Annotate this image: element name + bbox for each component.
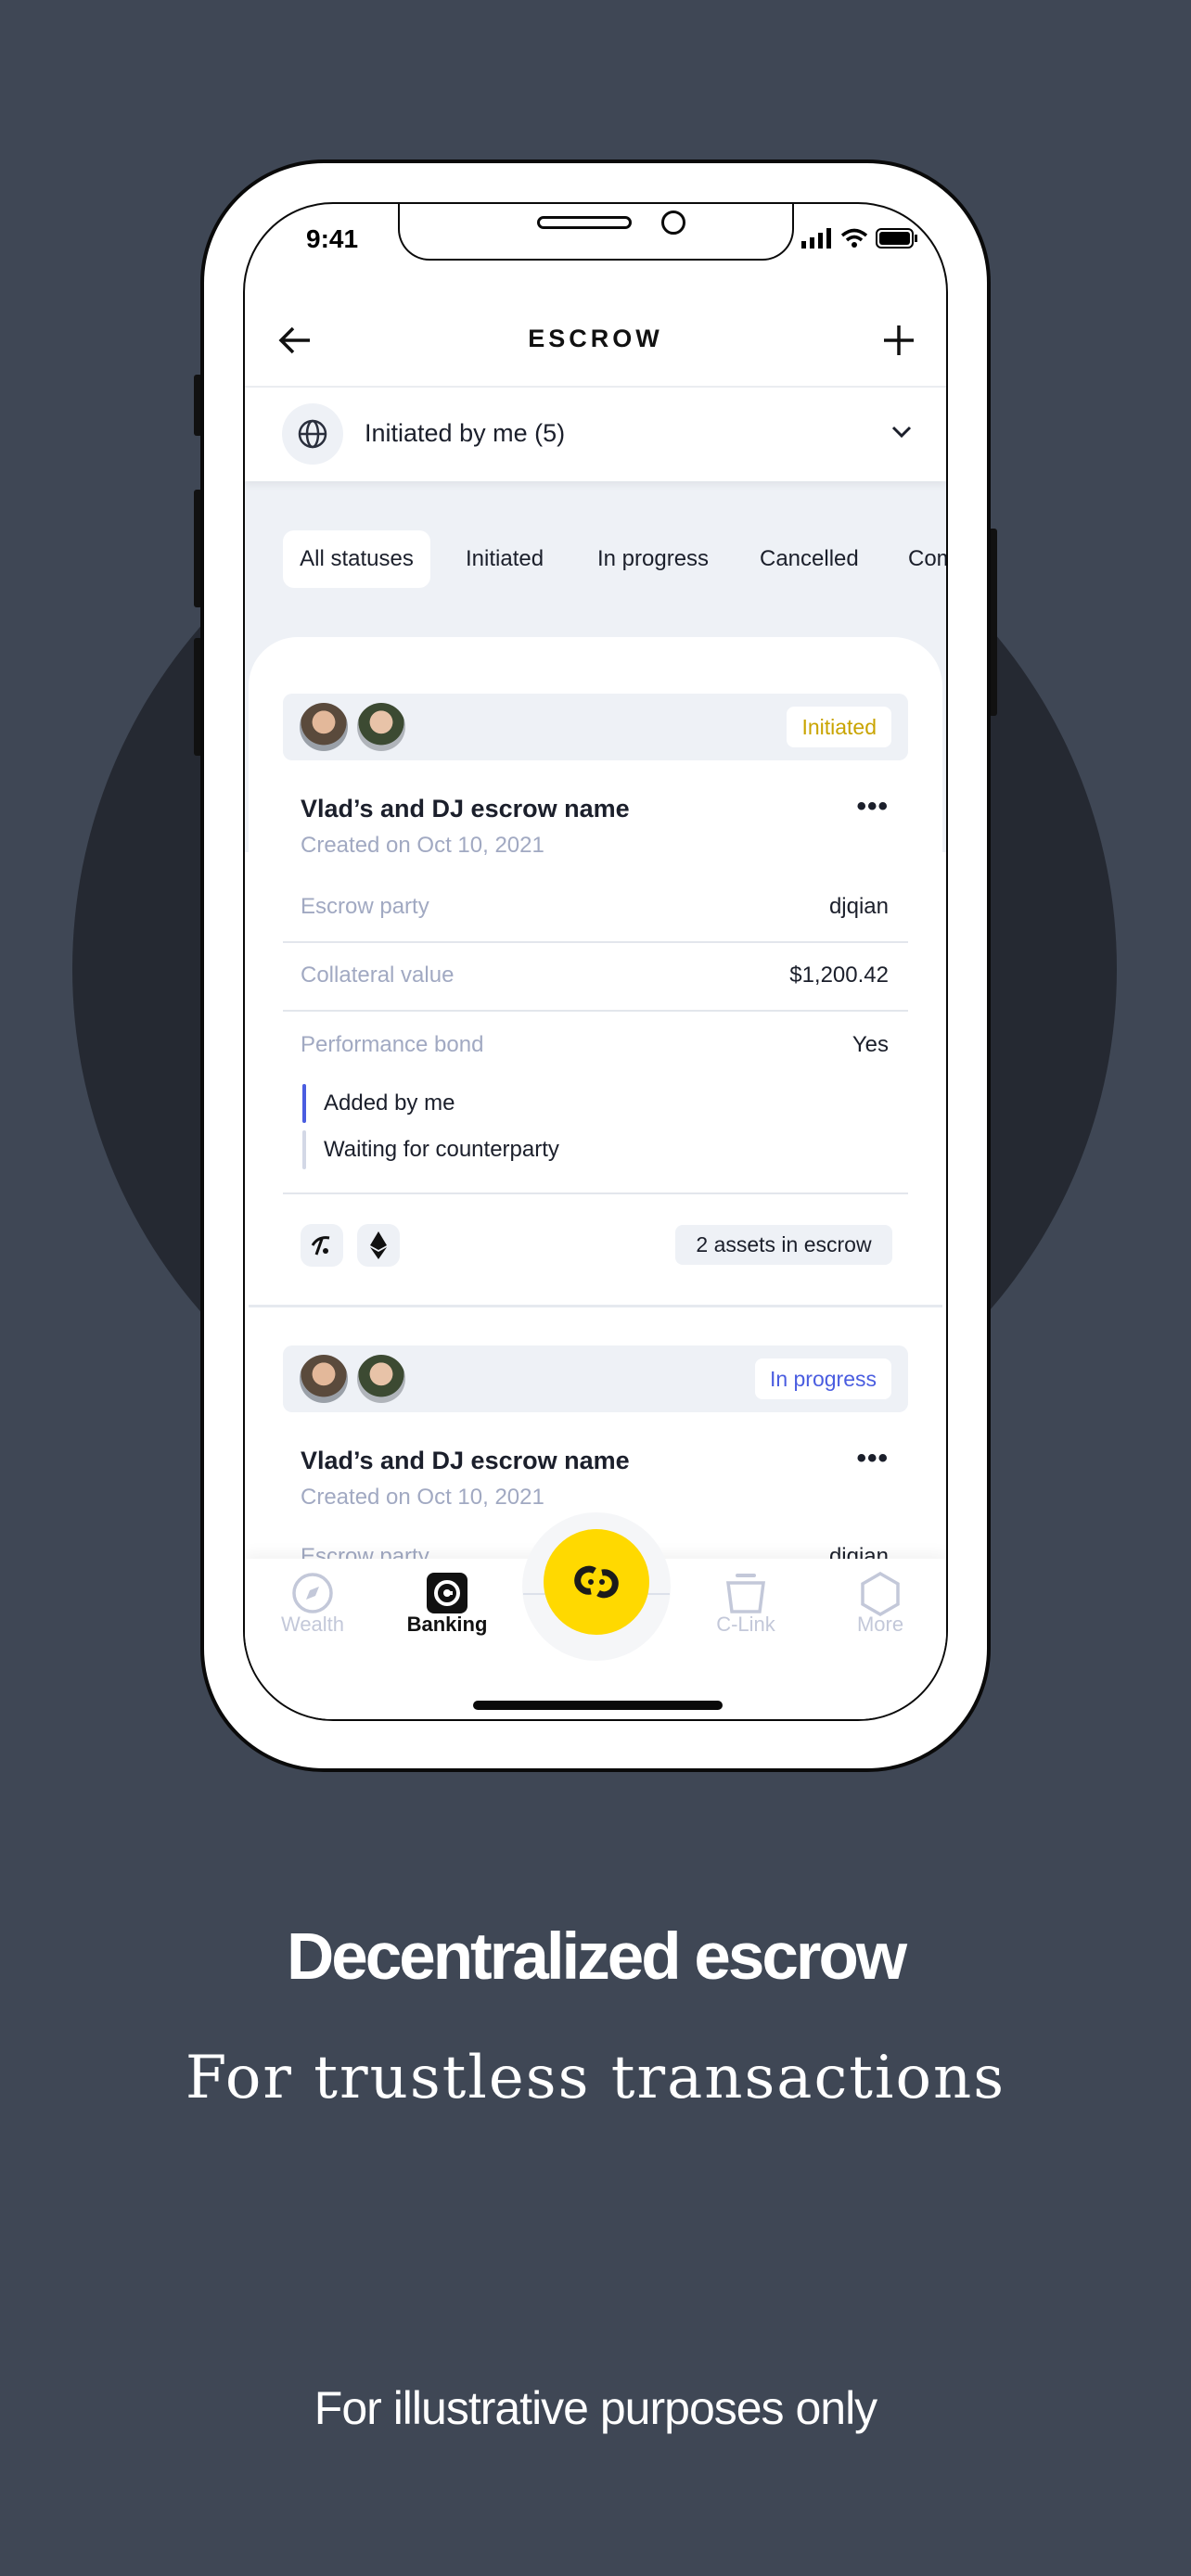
performance-bond-value: Yes: [852, 1032, 889, 1057]
ethereum-asset-icon: [357, 1224, 400, 1267]
tab-banking[interactable]: Banking: [382, 1559, 512, 1698]
status-icons: [801, 228, 918, 249]
fantom-asset-icon: [301, 1224, 343, 1267]
page-title: ESCROW: [528, 325, 663, 352]
wifi-icon: [840, 228, 868, 248]
signal-icon: [801, 228, 831, 249]
promo-headline: Decentralized escrow: [286, 1920, 907, 1994]
divider: [283, 1010, 908, 1012]
avatar: [300, 703, 348, 751]
chevron-down-icon: [891, 426, 912, 439]
status-badge: In progress: [754, 1358, 891, 1399]
performance-bond-label: Performance bond: [301, 1032, 484, 1057]
promo-disclaimer: For illustrative purposes only: [314, 2382, 877, 2434]
escrow-party-value: djqian: [828, 894, 889, 919]
escrow-party-label: Escrow party: [301, 894, 429, 919]
divider: [283, 1192, 908, 1194]
tab-label: More: [856, 1613, 904, 1636]
tab-more[interactable]: More: [815, 1559, 945, 1698]
created-date: Created on Oct 10, 2021: [301, 1485, 544, 1510]
notch: [398, 204, 794, 261]
collateral-value: $1,200.42: [789, 963, 889, 988]
status-time: 9:41: [306, 224, 359, 253]
chip-in-progress[interactable]: In progress: [583, 530, 724, 588]
tab-label: Wealth: [280, 1613, 345, 1636]
escrow-title: Vlad’s and DJ escrow name: [301, 795, 630, 823]
compass-icon: [292, 1573, 333, 1613]
battery-icon: [876, 228, 917, 249]
step-waiting: Waiting for counterparty: [324, 1137, 559, 1162]
tab-label: C-Link: [716, 1613, 775, 1636]
avatar: [300, 1355, 348, 1403]
filter-label: Initiated by me (5): [365, 419, 566, 447]
collateral-label: Collateral value: [301, 963, 455, 988]
chip-initiated[interactable]: Initiated: [451, 530, 558, 588]
divider: [283, 941, 908, 943]
center-link-button[interactable]: [544, 1529, 649, 1635]
banking-icon: [427, 1573, 467, 1613]
avatar: [357, 1355, 405, 1403]
card-header-strip: Initiated: [283, 694, 908, 760]
filter-dropdown[interactable]: Initiated by me (5): [245, 388, 946, 481]
step-indicator-pending: [302, 1130, 306, 1169]
chip-all-statuses[interactable]: All statuses: [283, 530, 430, 588]
escrow-card[interactable]: Initiated Vlad’s and DJ escrow name ••• …: [249, 637, 942, 1306]
camera: [661, 210, 685, 235]
created-date: Created on Oct 10, 2021: [301, 833, 544, 858]
more-options-icon[interactable]: •••: [856, 1443, 889, 1474]
chip-cancelled[interactable]: Cancelled: [745, 530, 874, 588]
phone-screen: 9:41 ESCROW Initiated by me (5) All stat…: [243, 202, 948, 1721]
link-logo-icon: [574, 1565, 619, 1599]
assets-in-escrow-badge: 2 assets in escrow: [675, 1225, 892, 1265]
tab-wealth[interactable]: Wealth: [248, 1559, 378, 1698]
bucket-icon: [726, 1574, 765, 1613]
escrow-title: Vlad’s and DJ escrow name: [301, 1447, 630, 1474]
tab-c-link[interactable]: C-Link: [681, 1559, 811, 1698]
tab-bar: Wealth Banking C-Link More: [245, 1512, 946, 1719]
home-indicator: [473, 1701, 723, 1710]
hexagon-icon: [861, 1572, 900, 1616]
status-badge: Initiated: [787, 707, 891, 747]
step-added-by-me: Added by me: [324, 1090, 455, 1116]
chip-completed[interactable]: Com: [893, 530, 946, 588]
more-options-icon[interactable]: •••: [856, 791, 889, 823]
speaker: [537, 216, 632, 229]
tab-label: Banking: [406, 1613, 488, 1636]
card-header-strip: In progress: [283, 1345, 908, 1412]
step-indicator-active: [302, 1084, 306, 1123]
avatar: [357, 703, 405, 751]
plus-icon[interactable]: [882, 324, 916, 357]
globe-icon: [282, 403, 343, 465]
promo-subheadline: For trustless transactions: [185, 2044, 1006, 2112]
